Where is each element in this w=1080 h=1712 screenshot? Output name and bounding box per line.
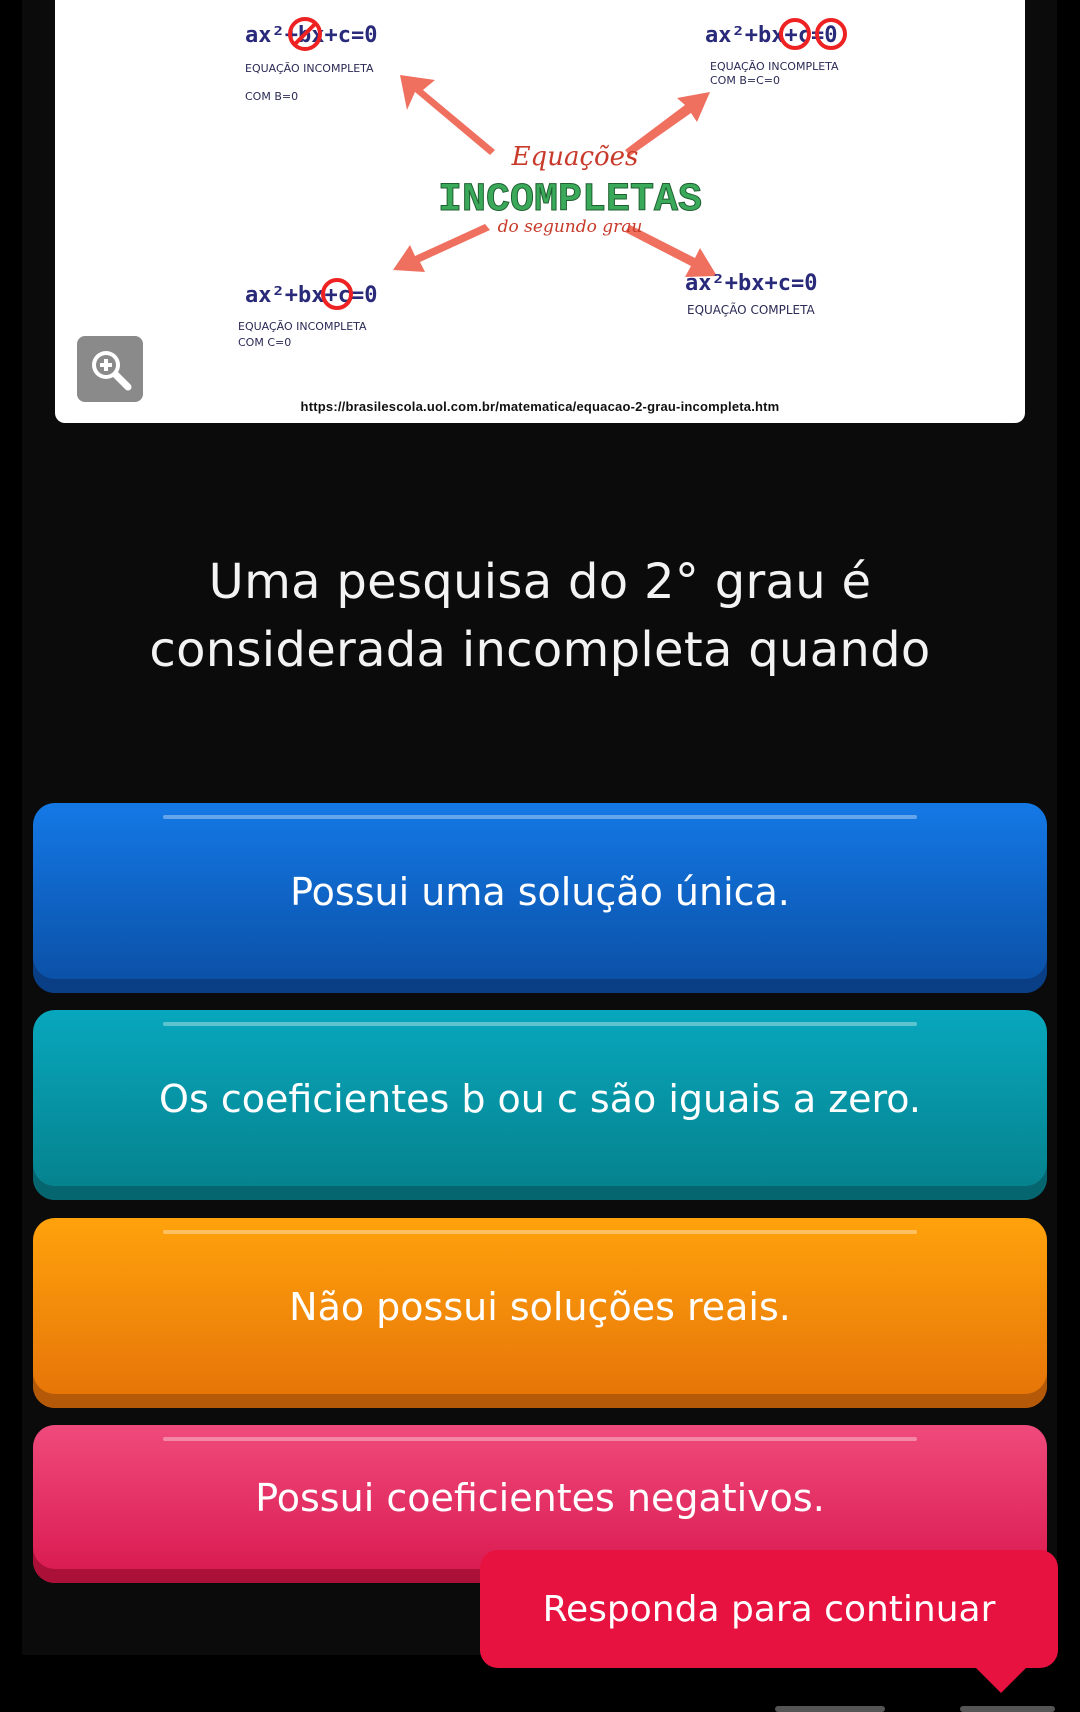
question-text: Uma pesquisa do 2° grau é considerada in… xyxy=(60,548,1020,684)
center-script: Equações xyxy=(511,142,639,172)
image-source-url: https://brasilescola.uol.com.br/matemati… xyxy=(300,399,780,414)
label-top-right-2: COM B=C=0 xyxy=(710,74,780,87)
question-line-1: Uma pesquisa do 2° grau é xyxy=(208,554,872,610)
label-top-left-1: EQUAÇÃO INCOMPLETA xyxy=(245,62,374,75)
zoom-button[interactable] xyxy=(77,336,143,402)
question-line-2: considerada incompleta quando xyxy=(149,622,931,678)
toast-pointer xyxy=(973,1665,1029,1693)
answer-label: Possui coeficientes negativos. xyxy=(255,1476,825,1520)
answer-option-3[interactable]: Não possui soluções reais. xyxy=(33,1218,1047,1408)
label-top-left-2: COM B=0 xyxy=(245,90,298,103)
label-bottom-left-1: EQUAÇÃO INCOMPLETA xyxy=(238,320,367,333)
label-top-right-1: EQUAÇÃO INCOMPLETA xyxy=(710,60,839,73)
answer-option-1[interactable]: Possui uma solução única. xyxy=(33,803,1047,993)
answer-option-2[interactable]: Os coeficientes b ou c são iguais a zero… xyxy=(33,1010,1047,1200)
arrow-group xyxy=(393,75,717,277)
diagram-svg: ax²+bx+c=0 EQUAÇÃO INCOMPLETA COM B=0 ax… xyxy=(238,17,847,349)
answer-label: Possui uma solução única. xyxy=(290,870,790,914)
home-indicator-right xyxy=(960,1706,1055,1712)
answer-label: Os coeficientes b ou c são iguais a zero… xyxy=(159,1077,921,1121)
eq-bottom-right: ax²+bx+c=0 xyxy=(685,271,817,296)
continue-toast[interactable]: Responda para continuar xyxy=(480,1550,1058,1668)
label-bottom-right-1: EQUAÇÃO COMPLETA xyxy=(687,302,816,317)
eq-bottom-left: ax²+bx+c=0 xyxy=(245,283,377,308)
label-bottom-left-2: COM C=0 xyxy=(238,336,291,349)
center-sub: do segundo grau xyxy=(498,217,643,237)
continue-toast-label: Responda para continuar xyxy=(542,1588,996,1630)
answer-label: Não possui soluções reais. xyxy=(289,1285,791,1329)
zoom-in-icon xyxy=(92,351,132,391)
question-image: ax²+bx+c=0 EQUAÇÃO INCOMPLETA COM B=0 ax… xyxy=(55,0,1025,423)
home-indicator xyxy=(775,1706,885,1712)
